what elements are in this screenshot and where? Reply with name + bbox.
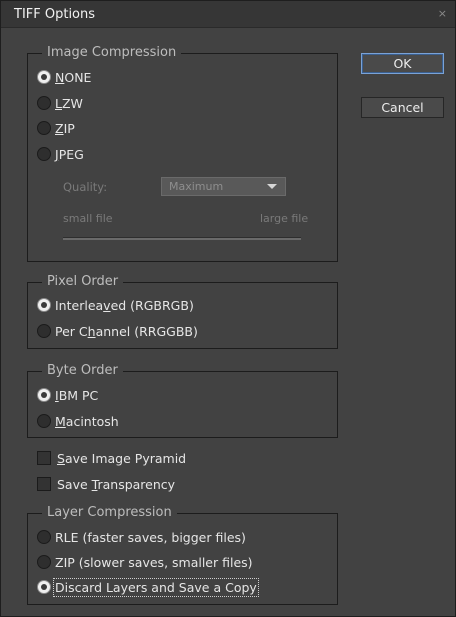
radio-indicator bbox=[37, 298, 51, 312]
large-file-label: large file bbox=[260, 212, 309, 225]
byte-order-macintosh-label: Macintosh bbox=[55, 413, 119, 429]
cancel-button[interactable]: Cancel bbox=[361, 97, 444, 118]
checkbox-indicator bbox=[37, 451, 51, 465]
compression-none-radio[interactable]: NONE bbox=[37, 67, 91, 87]
save-image-pyramid-label: Save Image Pyramid bbox=[57, 450, 187, 466]
byte-order-ibm-pc-label: IBM PC bbox=[55, 387, 99, 403]
layer-compression-rle-radio[interactable]: RLE (faster saves, bigger files) bbox=[37, 527, 246, 547]
quality-select[interactable]: Maximum bbox=[161, 177, 286, 196]
pixel-order-per-channel-label: Per Channel (RRGGBB) bbox=[55, 323, 198, 339]
compression-jpeg-radio[interactable]: JPEG bbox=[37, 144, 84, 164]
radio-indicator bbox=[37, 388, 51, 402]
small-file-label: small file bbox=[63, 212, 113, 225]
save-transparency-label: Save Transparency bbox=[57, 476, 176, 492]
layer-compression-zip-radio[interactable]: ZIP (slower saves, smaller files) bbox=[37, 552, 253, 572]
ok-button[interactable]: OK bbox=[361, 53, 444, 74]
radio-indicator bbox=[37, 96, 51, 110]
radio-indicator bbox=[37, 555, 51, 569]
radio-indicator bbox=[37, 147, 51, 161]
compression-zip-radio[interactable]: ZIP bbox=[37, 118, 75, 138]
radio-indicator bbox=[37, 580, 51, 594]
tiff-options-dialog: TIFF Options × OK Cancel Image Compressi… bbox=[0, 0, 456, 617]
layer-compression-discard-radio[interactable]: Discard Layers and Save a Copy bbox=[37, 577, 259, 597]
compression-lzw-radio[interactable]: LZW bbox=[37, 93, 83, 113]
dialog-title: TIFF Options bbox=[14, 7, 96, 22]
radio-indicator bbox=[37, 324, 51, 338]
save-transparency-checkbox[interactable]: Save Transparency bbox=[37, 474, 175, 494]
compression-lzw-label: LZW bbox=[55, 95, 83, 111]
image-compression-legend: Image Compression bbox=[42, 45, 182, 61]
layer-compression-legend: Layer Compression bbox=[42, 505, 177, 521]
radio-indicator bbox=[37, 121, 51, 135]
radio-indicator bbox=[37, 530, 51, 544]
close-icon[interactable]: × bbox=[438, 7, 447, 20]
layer-compression-discard-label: Discard Layers and Save a Copy bbox=[53, 577, 259, 597]
byte-order-macintosh-radio[interactable]: Macintosh bbox=[37, 411, 119, 431]
save-image-pyramid-checkbox[interactable]: Save Image Pyramid bbox=[37, 448, 186, 468]
compression-none-label: NONE bbox=[55, 69, 92, 85]
quality-label: Quality: bbox=[63, 180, 108, 194]
pixel-order-legend: Pixel Order bbox=[42, 274, 124, 290]
title-bar: TIFF Options × bbox=[1, 1, 455, 28]
quality-slider[interactable] bbox=[63, 237, 301, 240]
layer-compression-zip-label: ZIP (slower saves, smaller files) bbox=[55, 554, 253, 570]
pixel-order-interleaved-radio[interactable]: Interleaved (RGBRGB) bbox=[37, 295, 194, 315]
pixel-order-interleaved-label: Interleaved (RGBRGB) bbox=[55, 297, 194, 313]
layer-compression-rle-label: RLE (faster saves, bigger files) bbox=[55, 529, 246, 545]
quality-select-value: Maximum bbox=[169, 180, 224, 193]
radio-indicator bbox=[37, 414, 51, 428]
chevron-down-icon bbox=[267, 184, 277, 189]
checkbox-indicator bbox=[37, 477, 51, 491]
byte-order-legend: Byte Order bbox=[42, 363, 123, 379]
pixel-order-per-channel-radio[interactable]: Per Channel (RRGGBB) bbox=[37, 321, 198, 341]
radio-indicator bbox=[37, 70, 51, 84]
compression-jpeg-label: JPEG bbox=[55, 146, 84, 162]
compression-zip-label: ZIP bbox=[55, 120, 75, 136]
byte-order-ibm-pc-radio[interactable]: IBM PC bbox=[37, 385, 98, 405]
